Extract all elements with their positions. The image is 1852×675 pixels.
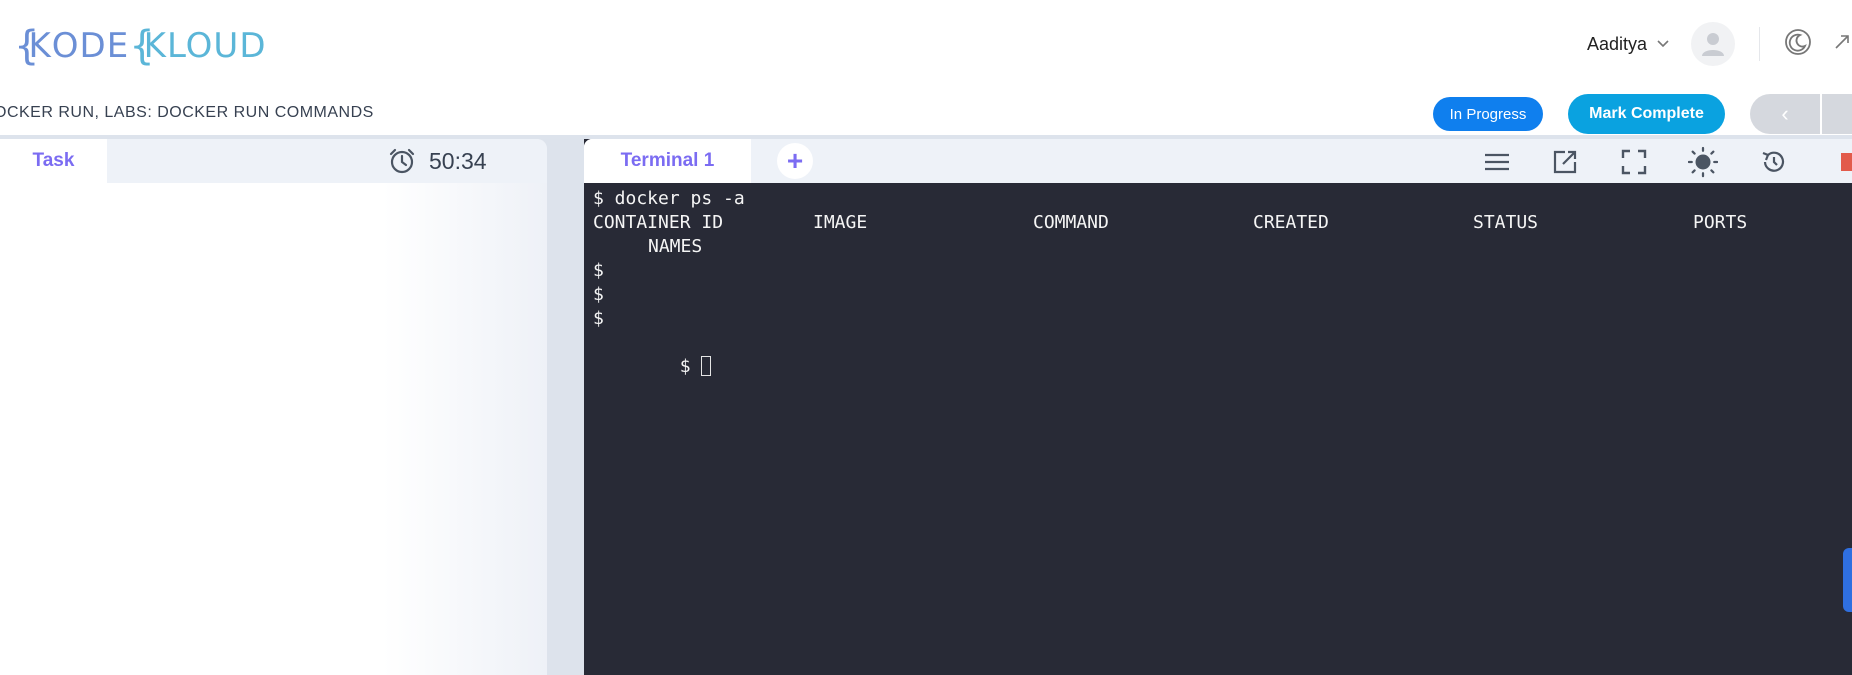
fullscreen-icon[interactable] <box>1619 147 1649 177</box>
chevron-left-icon: ‹ <box>1781 101 1789 126</box>
stop-terminal-button[interactable] <box>1841 153 1852 171</box>
logo-word-2: LOUD <box>166 26 267 66</box>
terminal-panel: Terminal 1 + $ docker ps -a CONTAINER ID… <box>584 139 1852 675</box>
user-icon <box>1702 33 1724 56</box>
terminal-output[interactable]: $ docker ps -a CONTAINER ID IMAGE COMMAN… <box>584 183 1852 675</box>
lab-workspace: Task 50:34 Terminal 1 + $ docker ps -a C… <box>0 135 1852 675</box>
tab-task[interactable]: Task <box>0 139 107 183</box>
breadcrumb: OCKER RUN, LABS: DOCKER RUN COMMANDS <box>0 104 374 121</box>
col-command: COMMAND <box>1033 212 1109 233</box>
add-terminal-button[interactable]: + <box>777 143 813 179</box>
terminal-prompt: $ <box>593 260 604 281</box>
col-ports: PORTS <box>1693 212 1748 233</box>
terminal-cursor <box>700 356 711 376</box>
col-status: STATUS <box>1473 212 1539 233</box>
task-panel: Task 50:34 <box>0 139 547 675</box>
terminal-command-line: $ docker ps -a <box>593 188 745 209</box>
user-area: Aaditya <box>1587 18 1852 70</box>
avatar[interactable] <box>1691 22 1735 66</box>
top-header: {K ODE{K LOUD Aaditya <box>0 0 1852 90</box>
user-name[interactable]: Aaditya <box>1587 34 1647 55</box>
col-image: IMAGE <box>813 212 868 233</box>
mark-complete-button[interactable]: Mark Complete <box>1568 94 1725 134</box>
reset-history-icon[interactable] <box>1759 147 1789 177</box>
theme-sun-icon[interactable] <box>1688 146 1718 178</box>
chevron-down-icon[interactable] <box>1657 37 1669 51</box>
open-external-icon[interactable] <box>1550 147 1580 177</box>
terminal-prompt: $ <box>593 284 604 305</box>
col-created: CREATED <box>1253 212 1329 233</box>
header-divider <box>1759 27 1760 61</box>
col-container-id: CONTAINER ID <box>593 212 724 233</box>
logo-word-1: ODE <box>51 26 130 66</box>
side-drawer-handle[interactable] <box>1843 548 1852 612</box>
lab-timer: 50:34 <box>387 145 487 177</box>
terminal-active-line: $ <box>593 331 711 377</box>
lesson-toolbar: OCKER RUN, LABS: DOCKER RUN COMMANDS In … <box>0 90 1852 137</box>
alarm-clock-icon <box>389 148 415 174</box>
terminal-header: Terminal 1 + <box>584 139 1852 183</box>
tab-terminal-1[interactable]: Terminal 1 <box>584 139 751 183</box>
prev-lesson-button[interactable]: ‹ <box>1750 94 1820 134</box>
terminal-prompt: $ <box>593 308 604 329</box>
logo-k-1: K <box>28 26 52 66</box>
terminal-prompt: $ <box>679 356 691 377</box>
logo-k-2: K <box>143 26 167 66</box>
task-panel-header: Task 50:34 <box>0 139 547 183</box>
moon-icon[interactable] <box>1784 28 1812 61</box>
menu-icon[interactable] <box>1482 147 1512 177</box>
col-names: NAMES <box>648 236 703 257</box>
in-progress-button[interactable]: In Progress <box>1433 97 1543 131</box>
timer-value: 50:34 <box>429 147 487 174</box>
kodekloud-logo[interactable]: {K ODE{K LOUD <box>14 26 267 66</box>
next-lesson-button[interactable] <box>1822 94 1852 134</box>
expand-icon[interactable] <box>1832 32 1852 57</box>
terminal-header-line: CONTAINER ID IMAGE COMMAND CREATED STATU… <box>593 211 1843 235</box>
